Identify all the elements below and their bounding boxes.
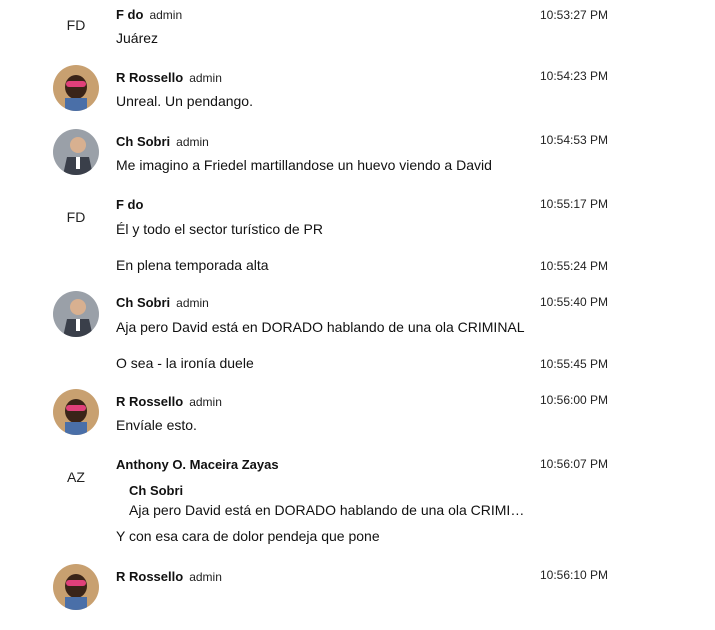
message-text: O sea - la ironía duele — [116, 355, 254, 371]
role-label: admin — [176, 135, 209, 149]
avatar[interactable] — [53, 564, 99, 610]
timestamp: 10:53:27 PM — [540, 8, 609, 22]
message-text: Y con esa cara de dolor pendeja que pone — [116, 528, 380, 544]
message-text: Él y todo el sector turístico de PR — [116, 221, 323, 237]
timestamp: 10:55:45 PM — [540, 357, 609, 371]
timestamp: 10:55:17 PM — [540, 197, 609, 211]
message-text: Unreal. Un pendango. — [116, 93, 253, 109]
avatar[interactable] — [53, 291, 99, 337]
timestamp: 10:56:10 PM — [540, 568, 609, 582]
sender-name[interactable]: R Rossello admin — [116, 70, 222, 85]
role-label: admin — [176, 296, 209, 310]
role-label: admin — [189, 71, 222, 85]
sender-name[interactable]: Anthony O. Maceira Zayas — [116, 457, 279, 472]
timestamp: 10:55:24 PM — [540, 259, 609, 273]
avatar-initials: FD — [66, 209, 86, 225]
timestamp: 10:54:23 PM — [540, 69, 609, 83]
sender-name[interactable]: F do — [116, 197, 143, 212]
message-text: Juárez — [116, 30, 159, 46]
avatar[interactable] — [53, 389, 99, 435]
avatar-initials: AZ — [67, 469, 85, 485]
avatar-initials: FD — [66, 17, 86, 33]
timestamp: 10:54:53 PM — [540, 133, 609, 147]
sender-name[interactable]: R Rossello admin — [116, 569, 222, 584]
sender-name[interactable]: Ch Sobri admin — [116, 295, 209, 310]
timestamp: 10:55:40 PM — [540, 295, 609, 309]
role-label: admin — [189, 570, 222, 584]
timestamp: 10:56:00 PM — [540, 393, 609, 407]
message-text: En plena temporada alta — [116, 257, 269, 273]
quoted-text[interactable]: Aja pero David está en DORADO hablando d… — [129, 502, 524, 518]
message-text: Aja pero David está en DORADO hablando d… — [116, 319, 525, 335]
sender-name[interactable]: Ch Sobri admin — [116, 134, 209, 149]
role-label: admin — [189, 395, 222, 409]
avatar[interactable] — [53, 65, 99, 111]
avatar[interactable] — [53, 129, 99, 175]
sender-name[interactable]: R Rossello admin — [116, 394, 222, 409]
timestamp: 10:56:07 PM — [540, 457, 609, 471]
quoted-sender: Ch Sobri — [129, 483, 184, 498]
sender-name[interactable]: F do admin — [116, 7, 182, 22]
message-text: Me imagino a Friedel martillandose un hu… — [116, 157, 492, 173]
message-text: Envíale esto. — [116, 417, 197, 433]
role-label: admin — [149, 8, 183, 22]
